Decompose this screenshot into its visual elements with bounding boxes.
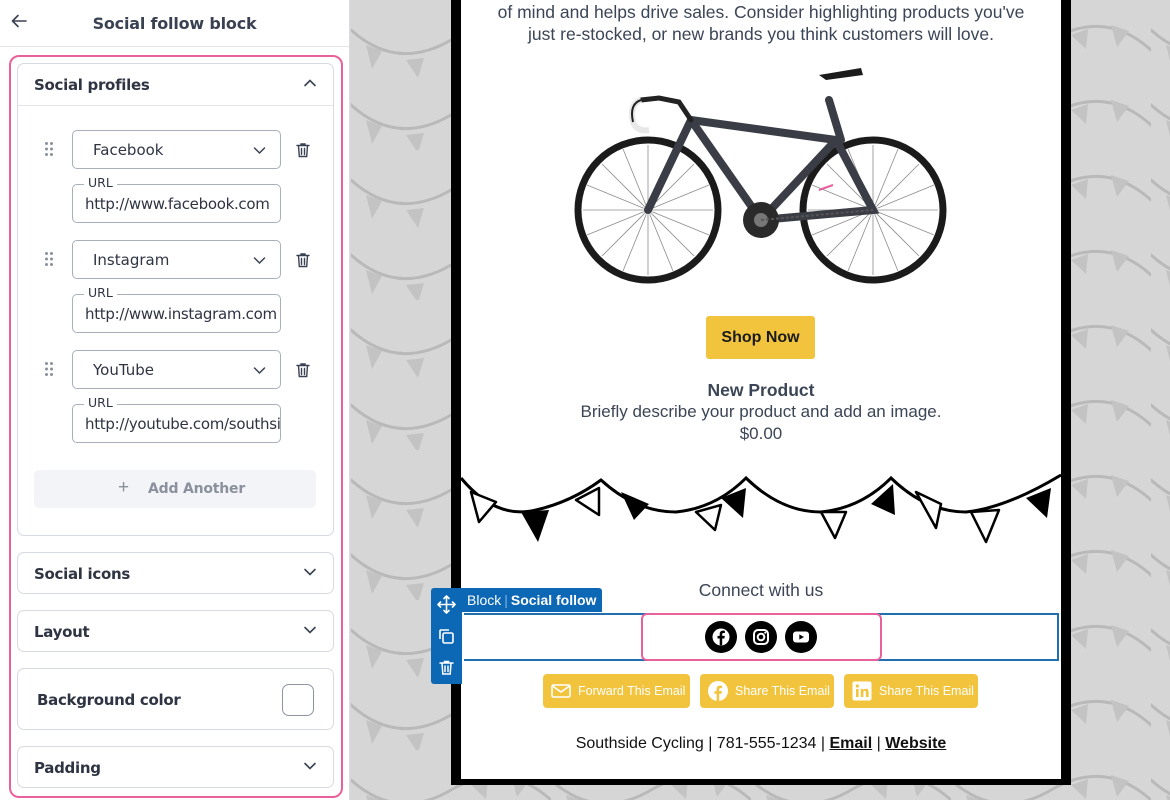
duplicate-icon[interactable] (437, 627, 456, 646)
forward-email-button[interactable]: Forward This Email (543, 674, 690, 708)
highlight-outline (641, 613, 882, 661)
panel-title: Social follow block (92, 14, 257, 33)
share-linkedin-label: Share This Email (879, 684, 974, 698)
linkedin-icon (852, 681, 872, 701)
highlight-outline (9, 55, 343, 798)
block-tag-prefix: Block (467, 592, 502, 608)
intro-text: of mind and helps drive sales. Consider … (461, 0, 1061, 45)
share-facebook-label: Share This Email (735, 684, 830, 698)
panel-header: Social follow block (0, 0, 349, 47)
intro-line-2: just re-stocked, or new brands you think… (528, 24, 994, 44)
email-body: of mind and helps drive sales. Consider … (461, 0, 1061, 779)
block-toolbar (431, 588, 462, 684)
footer-contact-line: Southside Cycling | 781-555-1234 | Email… (461, 735, 1061, 753)
share-linkedin-button[interactable]: Share This Email (844, 674, 978, 708)
envelope-icon (551, 684, 571, 698)
product-name: New Product (707, 380, 815, 400)
product-description: Briefly describe your product and add an… (580, 402, 942, 421)
shop-now-button[interactable]: Shop Now (706, 316, 815, 359)
block-type-tag: Block | Social follow (462, 588, 603, 612)
footer-email-link[interactable]: Email (830, 735, 873, 752)
footer-text: Southside Cycling | 781-555-1234 | (575, 735, 830, 752)
block-tag-name: Social follow (510, 592, 597, 608)
bicycle-image[interactable] (571, 60, 951, 300)
settings-panel: Social follow block Social profiles Face… (0, 0, 350, 800)
forward-email-label: Forward This Email (578, 684, 686, 698)
footer-separator: | (872, 735, 886, 752)
move-icon[interactable] (437, 595, 456, 614)
footer-website-link[interactable]: Website (885, 735, 946, 752)
trash-icon[interactable] (437, 658, 456, 677)
share-facebook-button[interactable]: Share This Email (700, 674, 834, 708)
intro-line-1: of mind and helps drive sales. Consider … (497, 2, 1025, 22)
facebook-icon (708, 681, 728, 701)
bunting-divider (461, 473, 1061, 544)
product-price: $0.00 (739, 424, 783, 443)
